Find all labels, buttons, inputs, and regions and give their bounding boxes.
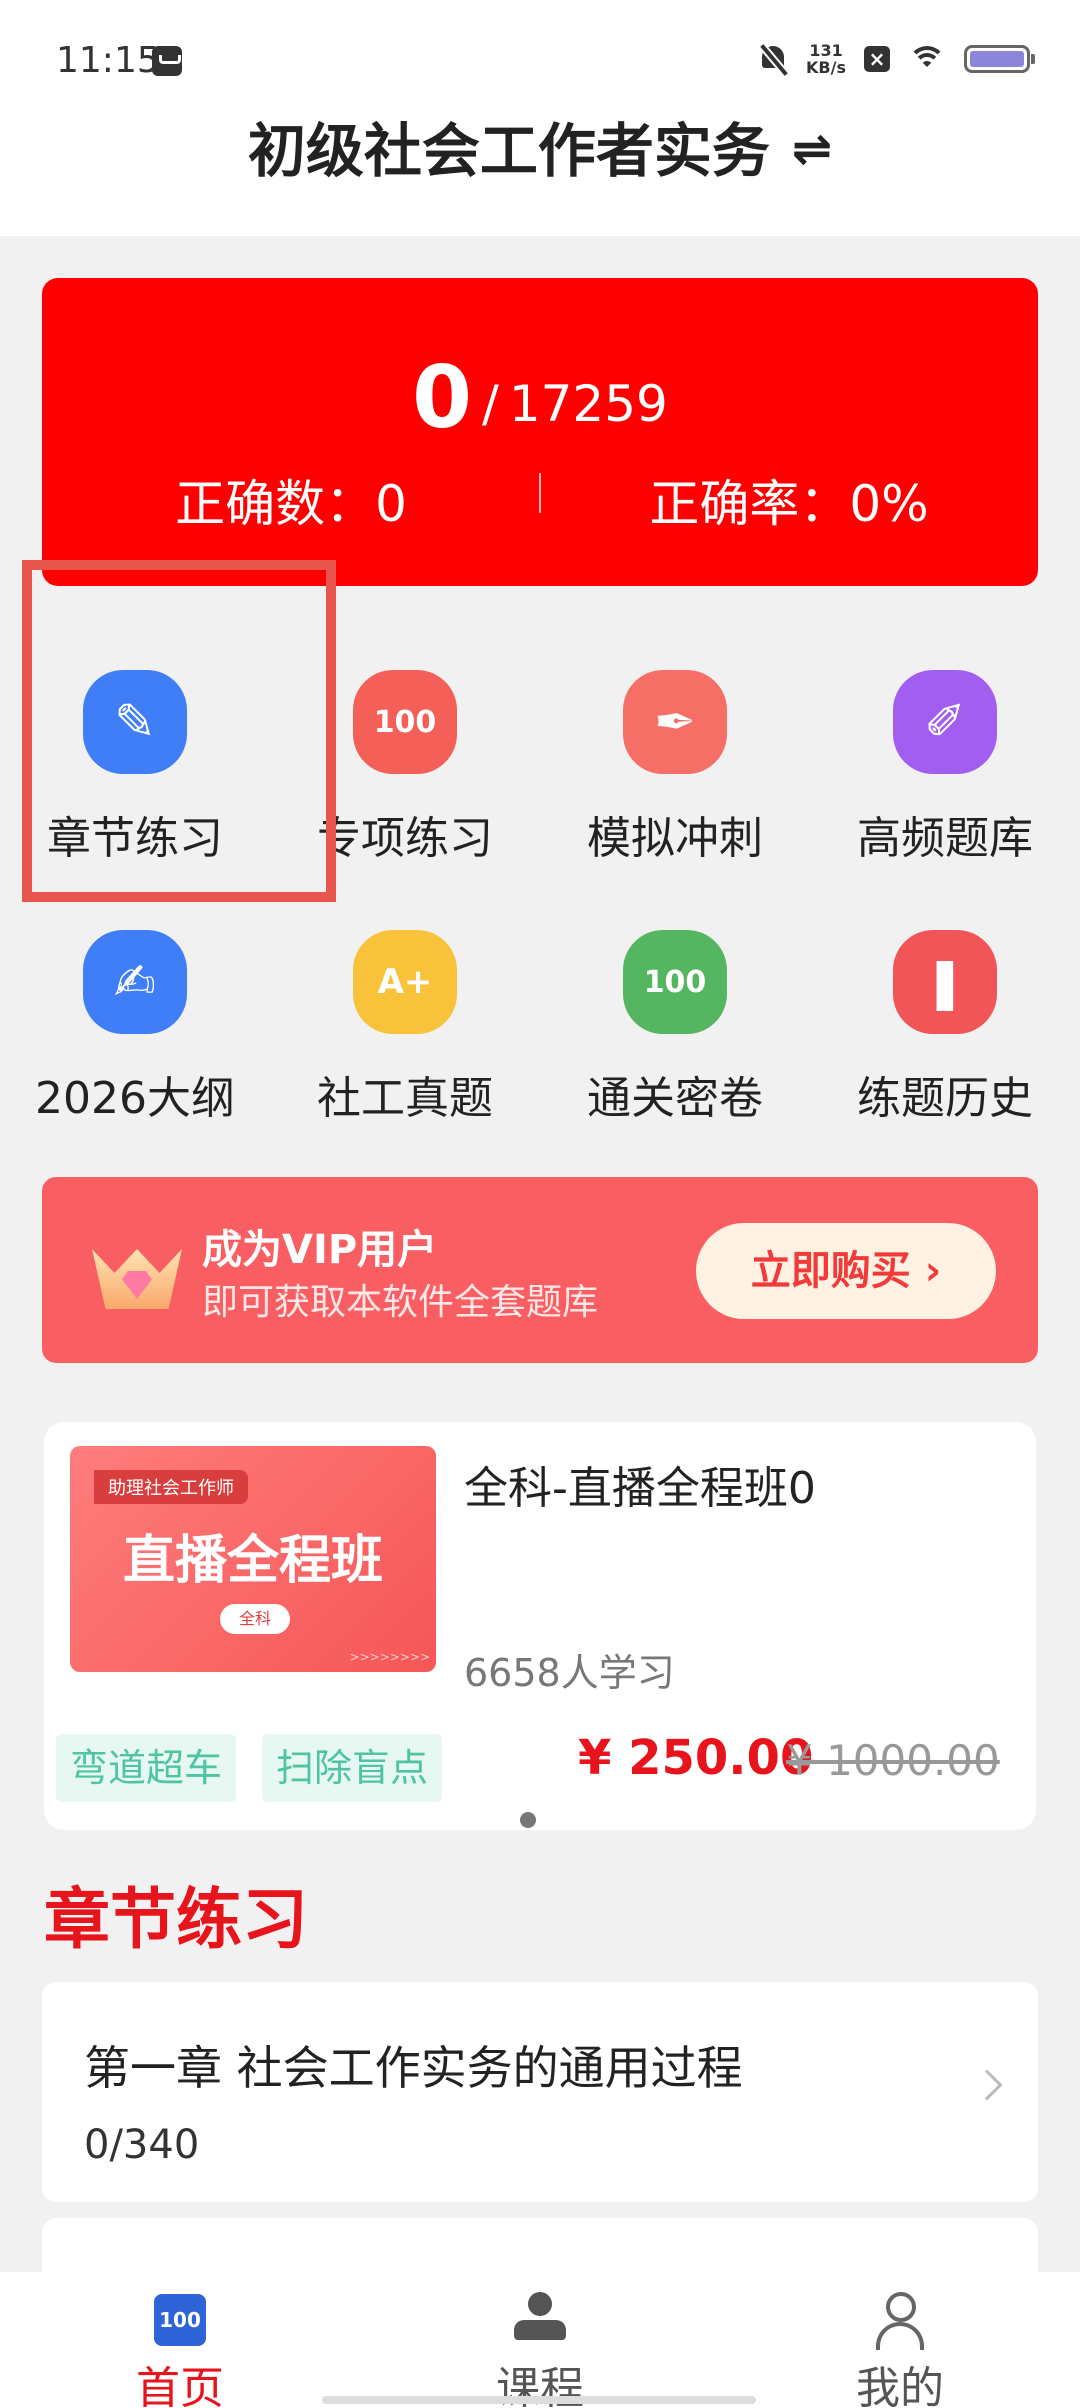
feature-label: 社工真题: [317, 1073, 493, 1124]
crown-icon: [82, 1219, 192, 1319]
feature-high-frequency[interactable]: ✐ 高频题库: [810, 660, 1080, 890]
chevron-right-icon: [971, 2069, 1003, 2101]
score-100-icon: 100: [353, 670, 457, 774]
network-speed-value: 131: [809, 41, 843, 60]
page-title[interactable]: 初级社会工作者实务 ⇌: [0, 104, 1080, 188]
nav-mine[interactable]: 我的: [720, 2272, 1080, 2408]
nav-label: 我的: [856, 2363, 944, 2408]
course-thumbnail: 助理社会工作师 直播全程班 全科 >>>>>>>>: [70, 1446, 436, 1672]
pen-nib-icon: ✒: [623, 670, 727, 774]
score-progress: 0/17259: [42, 348, 1038, 448]
feature-secret-papers[interactable]: 100 通关密卷: [540, 920, 810, 1150]
thumbnail-arrows: >>>>>>>>: [349, 1650, 430, 1664]
course-tag: 弯道超车: [56, 1734, 237, 1802]
nav-label: 首页: [136, 2363, 224, 2408]
feature-label: 通关密卷: [587, 1073, 763, 1124]
correct-rate: 正确率：0%: [649, 475, 929, 533]
home-100-icon: 100: [154, 2294, 206, 2346]
chapter-title: 第一章 社会工作实务的通用过程: [84, 2041, 743, 2095]
feature-label: 2026大纲: [35, 1073, 235, 1124]
battery-fill: [970, 51, 1024, 67]
nav-home[interactable]: 100 首页: [0, 2272, 360, 2408]
correct-count: 正确数：0: [175, 475, 407, 533]
user-icon: [872, 2292, 928, 2350]
thumbnail-tag: 助理社会工作师: [94, 1470, 248, 1504]
current-price: ¥ 250.00: [578, 1730, 814, 1786]
carousel-indicator[interactable]: [520, 1812, 536, 1828]
vip-title: 成为VIP用户: [202, 1227, 438, 1273]
score-100-icon: 100: [623, 930, 727, 1034]
section-title: 章节练习: [44, 1881, 308, 1958]
chapter-item[interactable]: 第一章 社会工作实务的通用过程 0/340: [42, 1982, 1038, 2202]
feature-label: 高频题库: [857, 813, 1033, 864]
highlight-box: [22, 560, 336, 902]
mute-bell-icon: [758, 43, 788, 75]
history-note-icon: ❚: [893, 930, 997, 1034]
document-edit-icon: ✍: [83, 930, 187, 1034]
feature-history[interactable]: ❚ 练题历史: [810, 920, 1080, 1150]
exam-paper-icon: A+: [353, 930, 457, 1034]
course-learners: 6658人学习: [464, 1651, 675, 1695]
answered-count: 0: [412, 348, 472, 448]
course-title: 全科-直播全程班0: [464, 1463, 816, 1514]
status-bar: 11:15 131 KB/s ×: [0, 0, 1080, 120]
wifi-icon: [908, 44, 946, 74]
message-notification-icon: [152, 46, 182, 76]
feature-label: 练题历史: [857, 1073, 1033, 1124]
feature-syllabus[interactable]: ✍ 2026大纲: [0, 920, 270, 1150]
page-title-text: 初级社会工作者实务: [247, 117, 770, 185]
vip-subtitle: 即可获取本软件全套题库: [202, 1282, 599, 1323]
course-card[interactable]: 助理社会工作师 直播全程班 全科 >>>>>>>> 全科-直播全程班0 6658…: [44, 1422, 1036, 1830]
thumbnail-title: 直播全程班: [122, 1531, 383, 1591]
network-speed: 131 KB/s: [806, 42, 846, 76]
battery-icon: [964, 45, 1035, 73]
original-price: ¥ 1000.00: [786, 1736, 1000, 1785]
course-tag: 扫除盲点: [262, 1734, 443, 1802]
feature-label: 模拟冲刺: [587, 813, 763, 864]
score-separator: /: [481, 375, 499, 433]
feature-past-exams[interactable]: A+ 社工真题: [270, 920, 540, 1150]
home-indicator[interactable]: [322, 2396, 756, 2404]
vip-banner[interactable]: 成为VIP用户 即可获取本软件全套题库 立即购买 ›: [42, 1177, 1038, 1363]
swap-icon[interactable]: ⇌: [792, 121, 832, 177]
feature-mock-sprint[interactable]: ✒ 模拟冲刺: [540, 660, 810, 890]
nav-course[interactable]: 课程: [360, 2272, 720, 2408]
chapter-progress: 0/340: [84, 2122, 200, 2168]
pencil-cross-icon: ✐: [893, 670, 997, 774]
status-icons: 131 KB/s ×: [758, 42, 1035, 76]
status-time: 11:15: [56, 40, 160, 81]
buy-now-button[interactable]: 立即购买 ›: [696, 1223, 996, 1319]
x-app-icon: ×: [864, 46, 890, 72]
network-speed-unit: KB/s: [806, 58, 846, 77]
thumbnail-pill: 全科: [220, 1604, 290, 1634]
score-card: 0/17259 正确数：0 正确率：0%: [42, 278, 1038, 586]
total-count: 17259: [508, 375, 668, 433]
chapter-item[interactable]: [42, 2218, 1038, 2278]
bottom-navigation: 100 首页 课程 我的: [0, 2272, 1080, 2408]
teacher-icon: [512, 2292, 568, 2346]
